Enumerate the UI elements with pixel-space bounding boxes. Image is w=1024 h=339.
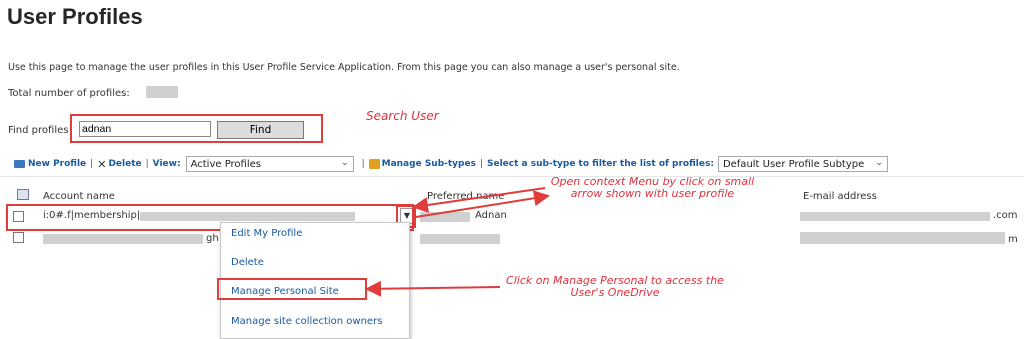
arrow-from-arrow (415, 190, 550, 218)
annotation-arrows (365, 187, 550, 297)
arrow-to-manage (365, 280, 501, 297)
arrow-to-row (412, 187, 546, 213)
